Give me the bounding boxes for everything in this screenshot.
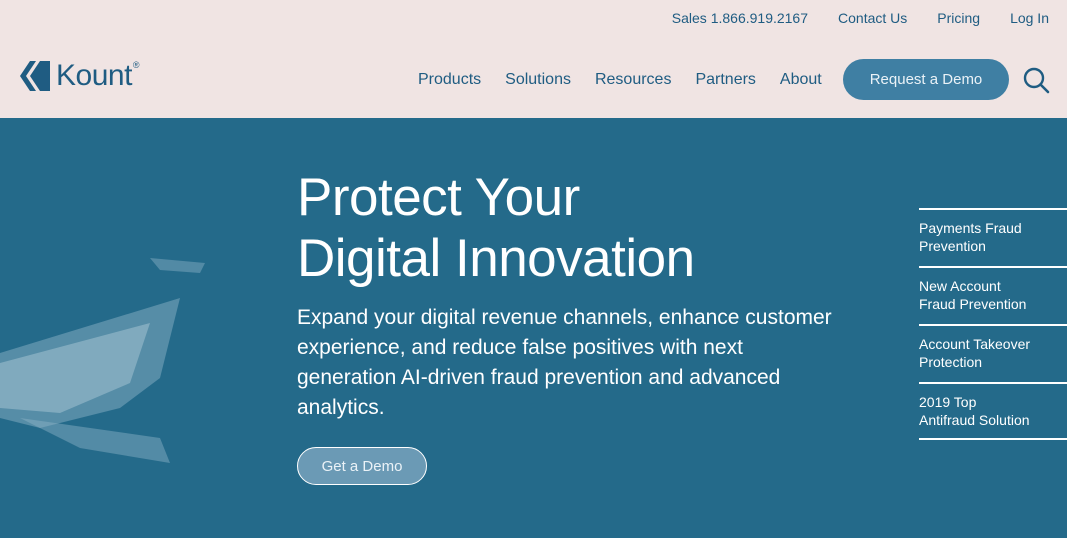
link-new-account-fraud[interactable]: New Account Fraud Prevention bbox=[919, 266, 1067, 324]
nav-solutions[interactable]: Solutions bbox=[505, 71, 571, 89]
nav-products[interactable]: Products bbox=[418, 71, 481, 89]
registered-mark: ® bbox=[132, 60, 140, 70]
kount-logo[interactable]: Kount ® bbox=[16, 58, 140, 94]
nav-about[interactable]: About bbox=[780, 71, 822, 89]
search-icon[interactable] bbox=[1022, 66, 1050, 94]
utility-nav: Sales 1.866.919.2167 Contact Us Pricing … bbox=[672, 10, 1049, 26]
link-line: Protection bbox=[919, 354, 983, 370]
site-header: Sales 1.866.919.2167 Contact Us Pricing … bbox=[0, 0, 1067, 118]
link-line: Payments Fraud bbox=[919, 220, 1022, 236]
solution-links: Payments Fraud Prevention New Account Fr… bbox=[919, 208, 1067, 440]
link-line: Fraud Prevention bbox=[919, 296, 1027, 312]
pricing-link[interactable]: Pricing bbox=[937, 10, 980, 26]
kount-logo-icon bbox=[20, 61, 50, 91]
sales-phone-link[interactable]: Sales 1.866.919.2167 bbox=[672, 10, 808, 26]
headline-line-2: Digital Innovation bbox=[297, 229, 695, 288]
request-demo-button[interactable]: Request a Demo bbox=[843, 59, 1009, 100]
link-line: Antifraud Solution bbox=[919, 412, 1030, 428]
login-link[interactable]: Log In bbox=[1010, 10, 1049, 26]
contact-us-link[interactable]: Contact Us bbox=[838, 10, 907, 26]
link-account-takeover[interactable]: Account Takeover Protection bbox=[919, 324, 1067, 382]
get-demo-button[interactable]: Get a Demo bbox=[297, 447, 427, 485]
link-payments-fraud[interactable]: Payments Fraud Prevention bbox=[919, 208, 1067, 266]
link-2019-top-solution[interactable]: 2019 Top Antifraud Solution bbox=[919, 382, 1067, 440]
link-line: Account Takeover bbox=[919, 336, 1031, 352]
logo-wordmark: Kount bbox=[56, 59, 132, 92]
link-line: 2019 Top bbox=[919, 394, 977, 410]
main-nav: Products Solutions Resources Partners Ab… bbox=[418, 71, 822, 89]
link-line: Prevention bbox=[919, 238, 986, 254]
headline-line-1: Protect Your bbox=[297, 168, 580, 227]
hero-graphic bbox=[0, 258, 205, 463]
hero-subcopy: Expand your digital revenue channels, en… bbox=[297, 306, 832, 419]
link-line: New Account bbox=[919, 278, 1001, 294]
nav-partners[interactable]: Partners bbox=[695, 71, 755, 89]
nav-resources[interactable]: Resources bbox=[595, 71, 671, 89]
hero-headline: Protect Your Digital Innovation bbox=[297, 167, 695, 289]
